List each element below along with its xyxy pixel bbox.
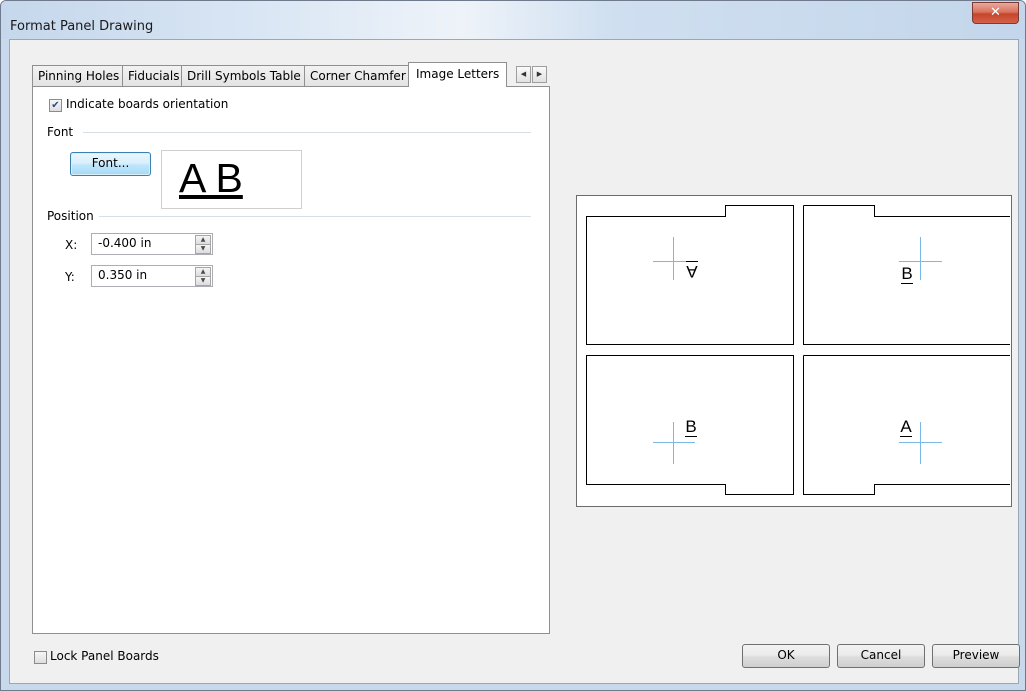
tab-image-letters[interactable]: Image Letters xyxy=(408,62,508,87)
x-position-input[interactable]: -0.400 in ▲ ▼ xyxy=(91,233,213,255)
font-preview-text: A B xyxy=(179,155,243,201)
spin-down-icon[interactable]: ▼ xyxy=(195,276,211,286)
ok-button[interactable]: OK xyxy=(742,644,830,668)
preview-button[interactable]: Preview xyxy=(932,644,1020,668)
tab-drill-symbols-table[interactable]: Drill Symbols Table xyxy=(181,65,307,86)
tab-scroll-right-icon[interactable]: ▶ xyxy=(532,66,547,83)
y-spinner[interactable]: ▲ ▼ xyxy=(195,267,211,286)
panel-preview-drawing: A B B A xyxy=(586,205,1010,495)
y-position-input[interactable]: 0.350 in ▲ ▼ xyxy=(91,265,213,287)
close-icon: ✕ xyxy=(990,5,1001,20)
orientation-label[interactable]: Indicate boards orientation xyxy=(66,97,228,111)
orientation-checkbox[interactable]: ✔ xyxy=(49,99,62,112)
dialog-client-area: Pinning Holes Fiducials Drill Symbols Ta… xyxy=(9,39,1020,684)
board-letter: A xyxy=(900,417,912,436)
checkmark-icon: ✔ xyxy=(51,100,60,111)
font-button[interactable]: Font... xyxy=(70,152,151,176)
x-spinner[interactable]: ▲ ▼ xyxy=(195,235,211,254)
tab-fiducials[interactable]: Fiducials xyxy=(122,65,186,86)
panel-preview: A B B A xyxy=(576,195,1012,507)
dialog-window: Format Panel Drawing ✕ Pinning Holes Fid… xyxy=(0,0,1026,691)
board-letter: B xyxy=(901,264,912,283)
spin-down-icon[interactable]: ▼ xyxy=(195,244,211,254)
tab-corner-chamfer[interactable]: Corner Chamfer xyxy=(304,65,412,86)
tab-scroll-left-icon[interactable]: ◀ xyxy=(516,66,531,83)
board-letter: A xyxy=(686,262,698,281)
board-letter: B xyxy=(685,417,696,436)
font-group-label: Font xyxy=(47,125,74,139)
close-button[interactable]: ✕ xyxy=(972,2,1019,24)
title-bar[interactable]: Format Panel Drawing ✕ xyxy=(1,1,1025,39)
x-label: X: xyxy=(65,238,78,252)
tab-pinning-holes[interactable]: Pinning Holes xyxy=(32,65,126,86)
window-title: Format Panel Drawing xyxy=(10,19,154,34)
font-group-divider xyxy=(83,132,531,133)
font-preview: A B xyxy=(161,150,302,209)
y-label: Y: xyxy=(65,270,75,284)
image-letters-panel: ✔ Indicate boards orientation Font Font.… xyxy=(32,86,550,634)
y-position-value[interactable]: 0.350 in xyxy=(98,268,147,282)
position-group-label: Position xyxy=(47,209,94,223)
cancel-button[interactable]: Cancel xyxy=(837,644,925,668)
lock-panel-label[interactable]: Lock Panel Boards xyxy=(50,649,159,663)
x-position-value[interactable]: -0.400 in xyxy=(98,236,151,250)
lock-panel-checkbox[interactable] xyxy=(34,651,47,664)
position-group-divider xyxy=(99,216,531,217)
